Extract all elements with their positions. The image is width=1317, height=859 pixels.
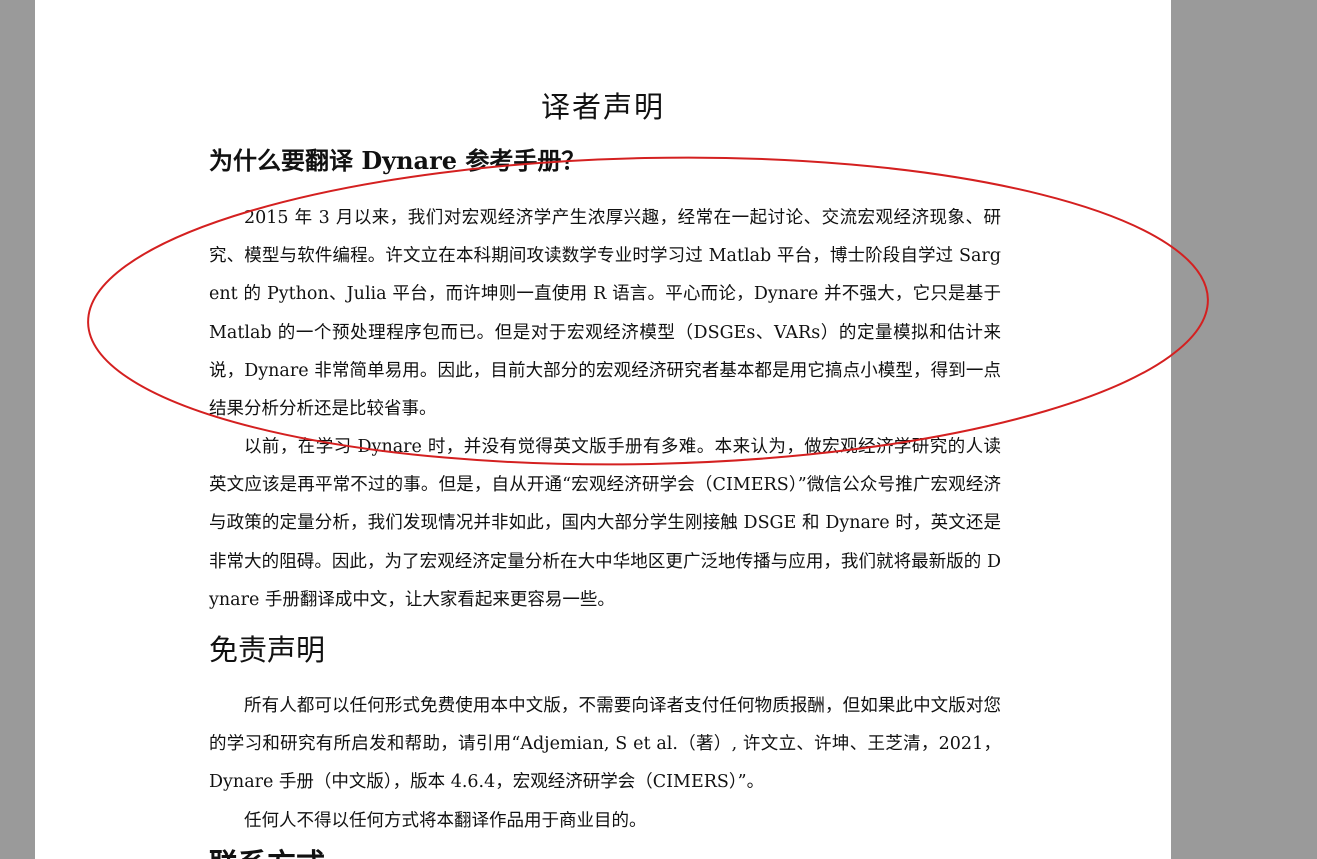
paragraph-background: 2015 年 3 月以来，我们对宏观经济学产生浓厚兴趣，经常在一起讨论、交流宏观… bbox=[209, 208, 1001, 420]
page-title: 译者声明 bbox=[540, 90, 665, 124]
paragraph-free-use: 所有人都可以任何形式免费使用本中文版，不需要向译者支付任何物质报酬，但如果此中文… bbox=[209, 696, 1001, 793]
section-heading-disclaimer: 免责声明 bbox=[209, 633, 326, 667]
section-heading-contact: 联系方式 bbox=[209, 843, 325, 859]
paragraph-motivation: 以前，在学习 Dynare 时，并没有觉得英文版手册有多难。本来认为，做宏观经济… bbox=[209, 437, 1001, 610]
document-page: 译者声明 为什么要翻译 Dynare 参考手册？ 2015 年 3 月以来，我们… bbox=[35, 0, 1171, 859]
paragraph-no-commercial: 任何人不得以任何方式将本翻译作品用于商业目的。 bbox=[244, 811, 647, 831]
section-heading-why-translate: 为什么要翻译 Dynare 参考手册？ bbox=[209, 146, 586, 175]
